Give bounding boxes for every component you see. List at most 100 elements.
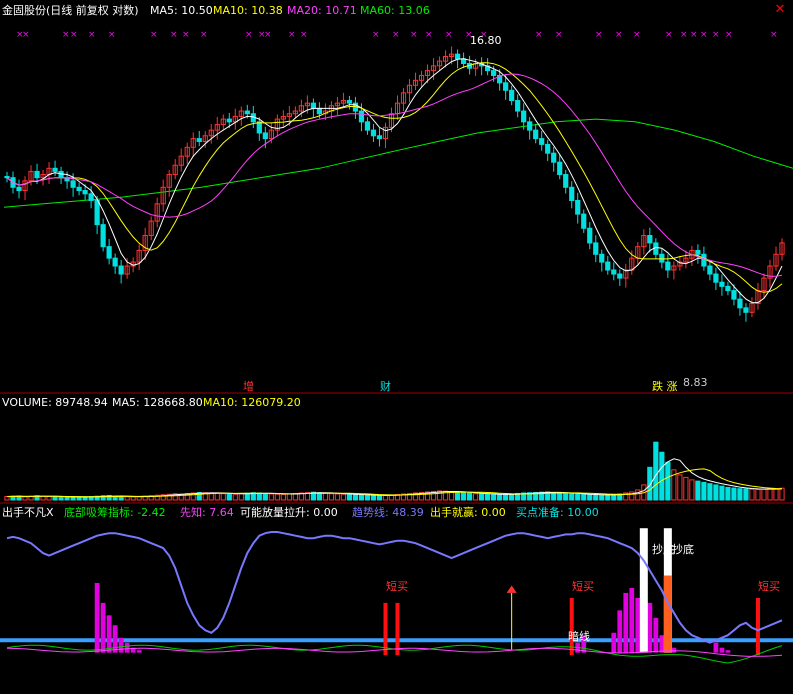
legend-volume-surge: 可能放量拉升: 0.00 [240,505,338,519]
volume-bar [707,483,713,501]
volume-bar [118,495,124,501]
top-mark: × [300,30,308,40]
volume-legend: VOLUME: 89748.94 MA5: 128668.80 MA10: 12… [2,396,301,409]
candle-body [226,118,232,123]
top-mark: × [170,30,178,40]
top-mark: × [615,30,623,40]
top-mark: × [88,30,96,40]
candle-body [533,129,539,140]
top-mark: × [700,30,708,40]
volume-bar [605,494,611,501]
prophet-bar [713,642,719,653]
volume-bar [503,493,509,501]
top-mark: × [410,30,418,40]
top-mark: × [555,30,563,40]
candle-body [737,298,743,309]
candle-body [659,253,665,263]
candle-body [316,107,323,115]
candle-body [569,186,575,201]
prophet-bar [647,602,653,653]
short-buy-bar [395,602,400,656]
candle-body [491,70,497,76]
candle-body [88,193,94,201]
candle-body [695,249,701,255]
prophet-bar [725,650,731,653]
top-mark: × [680,30,688,40]
event-bottom-fish-1: 抄底 [652,542,674,556]
volume-bar [497,494,503,501]
candle-body [70,180,76,188]
candle-body [34,170,40,179]
event-label-zeng: 增 [243,379,254,393]
volume-bar [346,493,353,501]
candle-body [725,285,731,292]
candle-body [370,129,377,137]
event-dark-line: 暗线 [568,629,590,643]
volume-bar [466,492,473,501]
candle-body [713,273,719,283]
event-short-buy-3: 短买 [758,579,780,593]
event-label-die-zhang: 跌 涨 [652,379,678,393]
prophet-bar [671,647,677,653]
top-mark: × [535,30,543,40]
legend-vol-ma10: MA10: 126079.20 [203,396,301,409]
candle-body [118,265,124,275]
candle-body [58,170,64,179]
candle-body [647,235,653,244]
candle-body [701,253,707,267]
volume-bar [563,492,569,501]
candle-body [743,307,749,313]
legend-shot-win: 出手就赢: 0.00 [430,505,506,519]
candle-body [587,227,593,244]
top-mark: × [182,30,190,40]
volume-bar [70,496,76,501]
legend-vol-ma5: MA5: 128668.80 [112,396,203,409]
volume-bar [581,493,587,501]
event-short-buy-2: 短买 [572,579,594,593]
candle-body [100,224,106,248]
candle-body [503,82,509,91]
candle-body [262,132,268,140]
volume-bar [713,484,719,501]
event-bottom-fish-2: 抄底 [672,542,694,556]
top-mark: × [595,30,603,40]
volume-bar [485,493,491,501]
candle-body [707,265,713,275]
candle-body [256,121,262,134]
volume-bar [719,485,725,501]
top-mark: × [770,30,778,40]
legend-buy-ready: 买点准备: 10.00 [516,505,599,519]
candle-body [94,199,100,226]
candle-body [617,273,623,279]
volume-bar [569,493,575,501]
prophet-bar [653,617,659,653]
candle-body [82,190,88,195]
top-mark: × [70,30,78,40]
prophet-bar [611,632,617,653]
volume-bar [358,494,365,501]
short-buy-bar [755,597,760,656]
candle-body [731,290,737,300]
legend-volume: VOLUME: 89748.94 [2,396,108,409]
close-icon[interactable]: ✕ [773,3,787,17]
candle-body [581,213,587,229]
candle-body [611,269,617,275]
candle-body [112,257,118,267]
top-mark: × [200,30,208,40]
price-legend: 金固股份(日线 前复权 对数) MA5: 10.50 MA10: 10.38 M… [2,3,430,17]
top-mark: × [372,30,380,40]
candle-body [545,143,551,154]
candle-body [76,186,82,192]
volume-bar [659,451,665,501]
event-short-buy-1: 短买 [386,579,408,593]
volume-bar [653,441,659,501]
top-mark: × [62,30,70,40]
volume-bar [460,492,467,501]
indicator-title: 出手不凡X [2,505,54,519]
volume-bar [352,494,359,501]
prophet-bar [112,625,118,653]
volume-bar [593,494,599,501]
top-mark: × [712,30,720,40]
candle-body [376,135,383,140]
candle-body [346,100,353,104]
